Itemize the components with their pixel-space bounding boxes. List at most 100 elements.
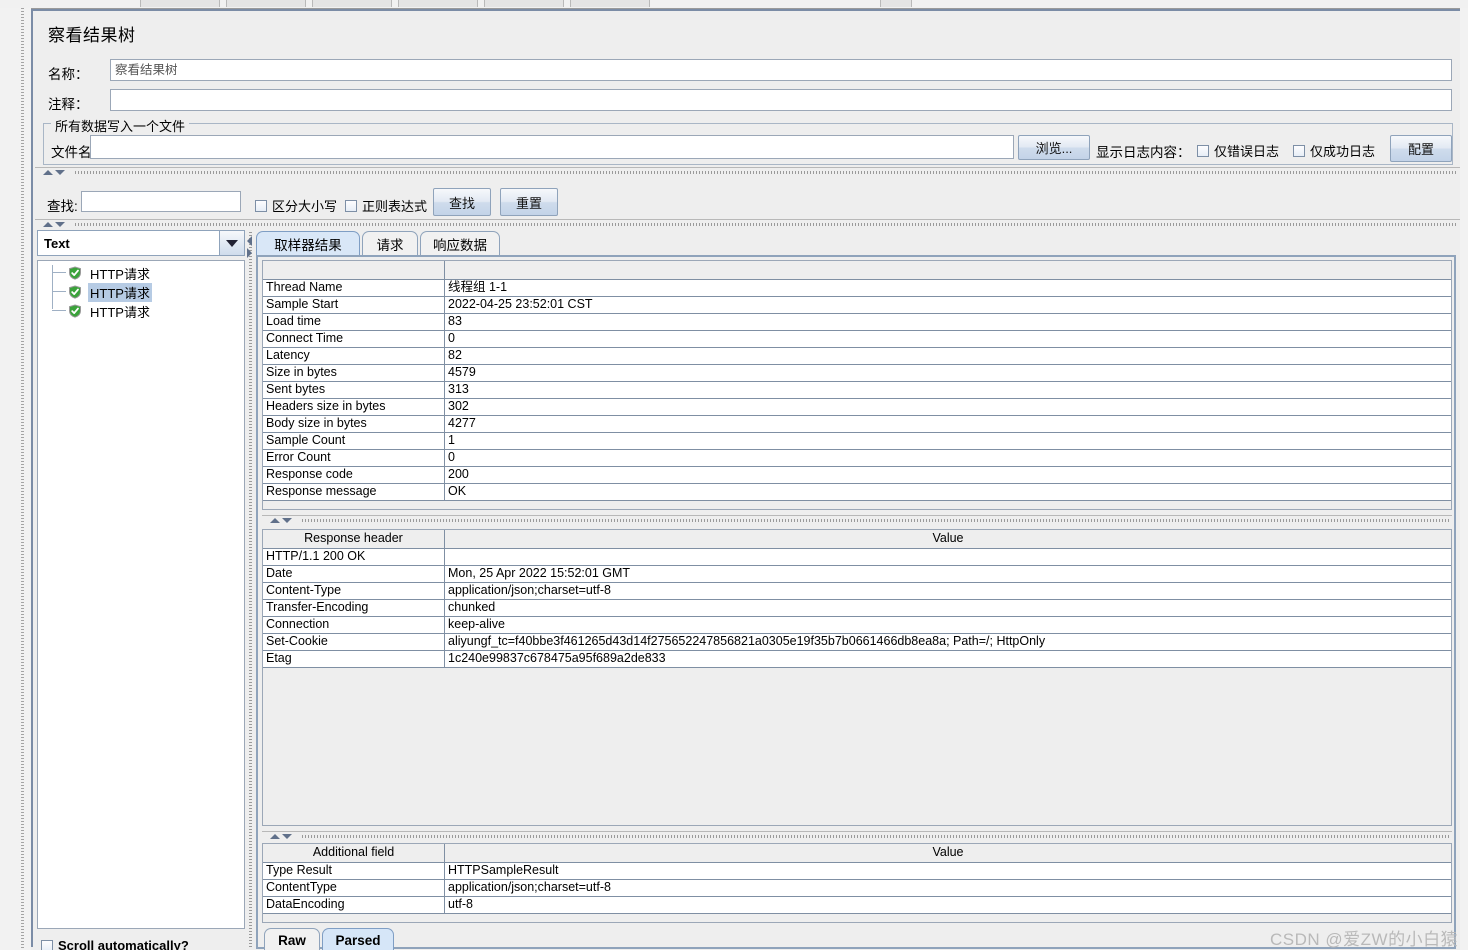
tab-raw[interactable]: Raw [264,928,320,950]
tab-sampler-result[interactable]: 取样器结果 [256,231,360,255]
renderer-combo[interactable]: Text [37,230,245,256]
additional-field-col-value: Value [932,845,964,859]
tree-node[interactable]: HTTP请求 [52,264,152,282]
success-only-checkbox-box[interactable] [1293,144,1305,157]
table-row[interactable]: Headers size in bytes 302 [263,399,1451,416]
table-row[interactable]: Content-Type application/json;charset=ut… [263,583,1451,600]
errors-only-label: 仅错误日志 [1214,144,1280,159]
jmeter-view-results-tree-window: 察看结果树 名称： 察看结果树 注释： 所有数据写入一个文件 文件名 浏览...… [0,0,1468,950]
tab-content-panel: Thread Name 线程组 1-1 Sample Start 2022-04… [256,255,1459,950]
status-ok-icon [68,285,82,299]
tree-node[interactable]: HTTP请求 [52,302,152,320]
splitter-left-icon[interactable] [247,236,252,246]
scroll-automatically-checkbox-box[interactable] [41,939,53,950]
splitter-search-up-icon[interactable] [43,222,53,227]
reset-button[interactable]: 重置 [500,188,558,216]
cell-key: DataEncoding [263,897,445,913]
splitter-headers-additional[interactable] [262,831,1452,841]
cell-value: 82 [448,348,462,362]
splitter-top[interactable] [35,167,1460,177]
table-row[interactable]: Latency 82 [263,348,1451,365]
success-only-label: 仅成功日志 [1310,144,1376,159]
response-headers-table[interactable]: Response header Value HTTP/1.1 200 OK Da… [262,529,1452,826]
table-row[interactable]: Load time 83 [263,314,1451,331]
table-row[interactable]: Connect Time 0 [263,331,1451,348]
tree-node-selected[interactable]: HTTP请求 [52,282,152,302]
splitter-vertical[interactable] [246,230,256,949]
table-row[interactable]: Set-Cookie aliyungf_tc=f40bbe3f461265d43… [263,634,1451,651]
case-sensitive-checkbox-box[interactable] [255,199,267,212]
table-row[interactable]: Thread Name 线程组 1-1 [263,280,1451,297]
table-row[interactable]: Response message OK [263,484,1451,501]
name-input[interactable]: 察看结果树 [110,59,1452,81]
browse-button[interactable]: 浏览... [1018,135,1090,160]
table-row[interactable]: Sample Count 1 [263,433,1451,450]
sampler-result-table[interactable]: Thread Name 线程组 1-1 Sample Start 2022-04… [262,260,1452,510]
cell-key: Connection [263,617,445,633]
result-tabs: 取样器结果 请求 响应数据 [256,230,1456,256]
table-row[interactable]: Etag 1c240e99837c678475a95f689a2de833 [263,651,1451,668]
cell-key: Set-Cookie [263,634,445,650]
table-row[interactable]: Response code 200 [263,467,1451,484]
comment-input[interactable] [110,89,1452,111]
cell-value: OK [448,484,467,498]
regex-label: 正则表达式 [362,199,428,214]
results-tree[interactable]: HTTP请求 HTTP请求 HTTP请求 [37,260,245,929]
table-row[interactable]: Transfer-Encoding chunked [263,600,1451,617]
table-row[interactable]: Body size in bytes 4277 [263,416,1451,433]
splitter-result-down-icon[interactable] [282,518,292,523]
table-row[interactable]: Type Result HTTPSampleResult [263,863,1451,880]
scroll-automatically-checkbox[interactable]: Scroll automatically? [41,938,189,950]
watermark-text: CSDN @爱ZW的小白猿 [1270,930,1459,949]
table-row[interactable]: Sent bytes 313 [263,382,1451,399]
tab-request[interactable]: 请求 [362,231,418,255]
table-row[interactable]: Sample Start 2022-04-25 23:52:01 CST [263,297,1451,314]
splitter-up-icon[interactable] [43,170,53,175]
search-label: 查找: [47,199,78,214]
tab-response-data[interactable]: 响应数据 [420,231,500,255]
table-header-row [263,261,1451,280]
errors-only-checkbox-box[interactable] [1197,144,1209,157]
log-display-label: 显示日志内容： [1096,145,1191,160]
table-row[interactable]: HTTP/1.1 200 OK [263,549,1451,566]
table-row[interactable]: Connection keep-alive [263,617,1451,634]
tree-elbow [52,272,66,274]
splitter-result-up-icon[interactable] [270,518,280,523]
cell-value: application/json;charset=utf-8 [448,880,611,894]
errors-only-checkbox[interactable]: 仅错误日志 [1197,141,1279,160]
regex-checkbox-box[interactable] [345,199,357,212]
table-row[interactable]: ContentType application/json;charset=utf… [263,880,1451,897]
splitter-result-headers[interactable] [262,515,1452,525]
cell-key: Date [263,566,445,582]
chevron-down-icon[interactable] [219,231,244,255]
regex-checkbox[interactable]: 正则表达式 [345,196,427,215]
splitter-additional-up-icon[interactable] [270,834,280,839]
splitter-right-icon[interactable] [247,248,252,258]
configure-button[interactable]: 配置 [1390,135,1452,162]
table-row[interactable]: Error Count 0 [263,450,1451,467]
splitter-additional-down-icon[interactable] [282,834,292,839]
splitter-search[interactable] [35,219,1460,229]
table-row[interactable]: Date Mon, 25 Apr 2022 15:52:01 GMT [263,566,1451,583]
cell-key: Response message [263,484,445,500]
search-input[interactable] [81,191,241,212]
additional-field-col-key: Additional field [263,844,445,862]
file-output-groupbox-title: 所有数据写入一个文件 [51,116,190,135]
table-row[interactable]: DataEncoding utf-8 [263,897,1451,914]
toolbar-strip [0,0,1468,9]
filename-input[interactable] [90,135,1014,159]
table-row[interactable]: Size in bytes 4579 [263,365,1451,382]
cell-key: Headers size in bytes [263,399,445,415]
cell-value: 线程组 1-1 [448,280,508,294]
left-gutter [0,8,31,950]
tab-parsed[interactable]: Parsed [322,928,394,950]
splitter-search-down-icon[interactable] [55,222,65,227]
find-button[interactable]: 查找 [433,188,491,216]
splitter-down-icon[interactable] [55,170,65,175]
cell-value: utf-8 [448,897,474,911]
case-sensitive-checkbox[interactable]: 区分大小写 [255,196,337,215]
additional-fields-table[interactable]: Additional field Value Type Result HTTPS… [262,843,1452,923]
cell-value: chunked [448,600,496,614]
success-only-checkbox[interactable]: 仅成功日志 [1293,141,1375,160]
status-ok-icon [68,304,82,318]
